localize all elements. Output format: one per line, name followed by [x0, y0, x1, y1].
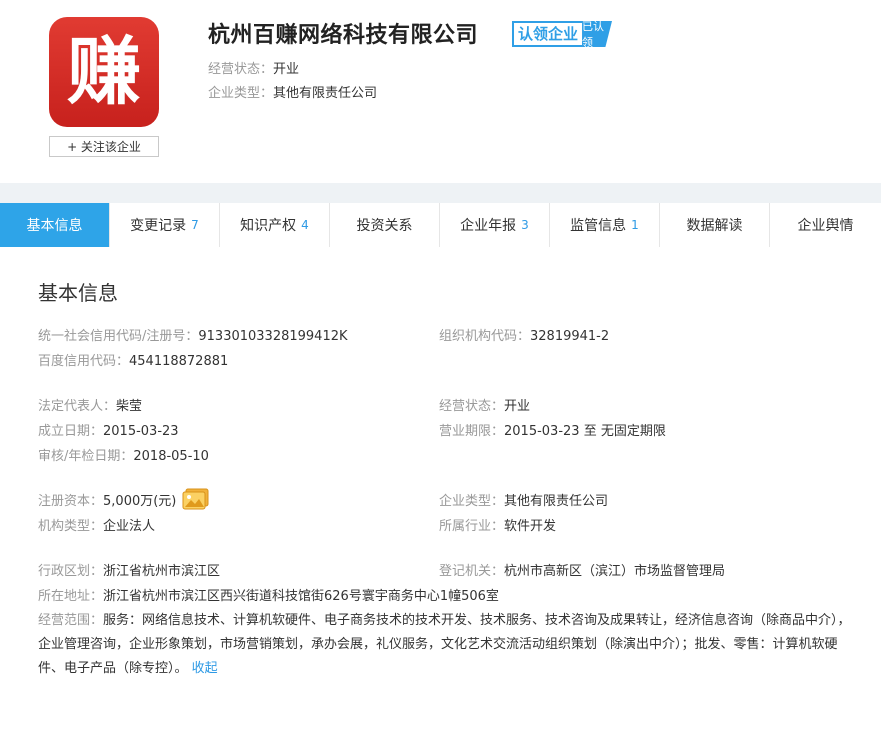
header-status-value: 开业 — [273, 62, 300, 77]
term-row: 营业期限：2015-03-23 至 无固定期限 — [439, 420, 666, 439]
tab-count: 4 — [301, 218, 309, 232]
ent-type-value: 其他有限责任公司 — [504, 494, 609, 509]
ent-type-row: 企业类型：其他有限责任公司 — [439, 490, 608, 509]
header-type-label: 企业类型： — [208, 86, 274, 101]
founded-row: 成立日期：2015-03-23 — [38, 420, 179, 439]
tab-intellectual-property[interactable]: 知识产权 4 — [220, 203, 330, 247]
tab-bar: 基本信息 变更记录 7 知识产权 4 投资关系 企业年报 3 监管信息 1 数据解读 企… — [0, 203, 881, 247]
op-status-label: 经营状态： — [439, 399, 505, 414]
authority-value: 杭州市高新区（滨江）市场监督管理局 — [504, 564, 726, 579]
region-value: 浙江省杭州市滨江区 — [103, 564, 221, 579]
legal-rep-label: 法定代表人： — [38, 399, 117, 414]
header-status-label: 经营状态： — [208, 62, 274, 77]
tab-count: 3 — [521, 218, 529, 232]
tab-label: 基本信息 — [26, 218, 83, 234]
authority-row: 登记机关：杭州市高新区（滨江）市场监督管理局 — [439, 560, 725, 579]
image-icon[interactable] — [182, 488, 210, 510]
industry-label: 所属行业： — [439, 519, 505, 534]
org-type-value: 企业法人 — [103, 519, 156, 534]
claim-badge[interactable]: 认领企业 已认领 — [512, 21, 613, 47]
tab-regulatory[interactable]: 监管信息 1 — [550, 203, 660, 247]
org-type-label: 机构类型： — [38, 519, 104, 534]
tab-basic-info[interactable]: 基本信息 — [0, 203, 110, 247]
capital-value: 5,000万(元) — [103, 494, 177, 509]
follow-company-button[interactable]: + 关注该企业 — [49, 136, 159, 157]
tab-data-insight[interactable]: 数据解读 — [660, 203, 770, 247]
capital-row: 注册资本：5,000万(元) — [38, 488, 210, 510]
claimed-tag: 已认领 — [582, 21, 613, 47]
industry-value: 软件开发 — [504, 519, 557, 534]
credit-code-value: 91330103328199412K — [198, 329, 348, 344]
region-label: 行政区划： — [38, 564, 104, 579]
scope-value: 服务：网络信息技术、计算机软硬件、电子商务技术的技术开发、技术服务、技术咨询及成… — [38, 613, 851, 676]
tab-label: 数据解读 — [686, 218, 743, 234]
address-label: 所在地址： — [38, 589, 104, 604]
tab-investment[interactable]: 投资关系 — [330, 203, 440, 247]
authority-label: 登记机关： — [439, 564, 505, 579]
org-code-label: 组织机构代码： — [439, 329, 531, 344]
baidu-code-value: 454118872881 — [129, 354, 229, 369]
region-row: 行政区划：浙江省杭州市滨江区 — [38, 560, 220, 579]
claim-label: 认领企业 — [512, 21, 583, 47]
baidu-code-row: 百度信用代码：454118872881 — [38, 350, 228, 369]
org-type-row: 机构类型：企业法人 — [38, 515, 155, 534]
address-value: 浙江省杭州市滨江区西兴街道科技馆街626号寰宇商务中心1幢506室 — [103, 589, 499, 604]
tab-count: 7 — [191, 218, 199, 232]
tab-label: 投资关系 — [356, 218, 413, 234]
tab-label: 企业年报 — [460, 218, 517, 234]
legal-rep-row: 法定代表人：柴莹 — [38, 395, 142, 414]
baidu-code-label: 百度信用代码： — [38, 354, 130, 369]
audit-row: 审核/年检日期：2018-05-10 — [38, 445, 209, 464]
legal-rep-value: 柴莹 — [116, 399, 143, 414]
org-code-value: 32819941-2 — [530, 329, 610, 344]
term-label: 营业期限： — [439, 424, 505, 439]
address-row: 所在地址：浙江省杭州市滨江区西兴街道科技馆街626号寰宇商务中心1幢506室 — [38, 585, 499, 604]
logo-char: 赚 — [67, 29, 141, 115]
scope-label: 经营范围： — [38, 613, 104, 628]
tab-annual-report[interactable]: 企业年报 3 — [440, 203, 550, 247]
company-name: 杭州百赚网络科技有限公司 — [208, 23, 479, 48]
tab-count: 1 — [631, 218, 639, 232]
header-type-row: 企业类型：其他有限责任公司 — [208, 82, 377, 101]
tab-label: 监管信息 — [570, 218, 627, 234]
company-header: 赚 + 关注该企业 杭州百赚网络科技有限公司 认领企业 已认领 经营状态：开业 … — [0, 0, 881, 183]
audit-label: 审核/年检日期： — [38, 449, 134, 464]
ent-type-label: 企业类型： — [439, 494, 505, 509]
industry-row: 所属行业：软件开发 — [439, 515, 556, 534]
credit-code-row: 统一社会信用代码/注册号：91330103328199412K — [38, 325, 348, 344]
capital-label: 注册资本： — [38, 494, 104, 509]
founded-label: 成立日期： — [38, 424, 104, 439]
header-type-value: 其他有限责任公司 — [273, 86, 378, 101]
tab-change-records[interactable]: 变更记录 7 — [110, 203, 220, 247]
audit-value: 2018-05-10 — [133, 449, 209, 464]
term-value: 2015-03-23 至 无固定期限 — [504, 424, 666, 439]
tab-label: 企业舆情 — [797, 218, 854, 234]
collapse-link[interactable]: 收起 — [192, 661, 218, 676]
founded-value: 2015-03-23 — [103, 424, 179, 439]
op-status-row: 经营状态：开业 — [439, 395, 530, 414]
tab-public-opinion[interactable]: 企业舆情 — [770, 203, 881, 247]
credit-code-label: 统一社会信用代码/注册号： — [38, 329, 199, 344]
op-status-value: 开业 — [504, 399, 531, 414]
tab-label: 变更记录 — [130, 218, 187, 234]
company-logo: 赚 — [49, 17, 159, 127]
tab-label: 知识产权 — [240, 218, 297, 234]
org-code-row: 组织机构代码：32819941-2 — [439, 325, 609, 344]
business-scope: 经营范围：服务：网络信息技术、计算机软硬件、电子商务技术的技术开发、技术服务、技… — [38, 609, 858, 681]
section-title: 基本信息 — [38, 281, 118, 305]
header-status-row: 经营状态：开业 — [208, 58, 299, 77]
